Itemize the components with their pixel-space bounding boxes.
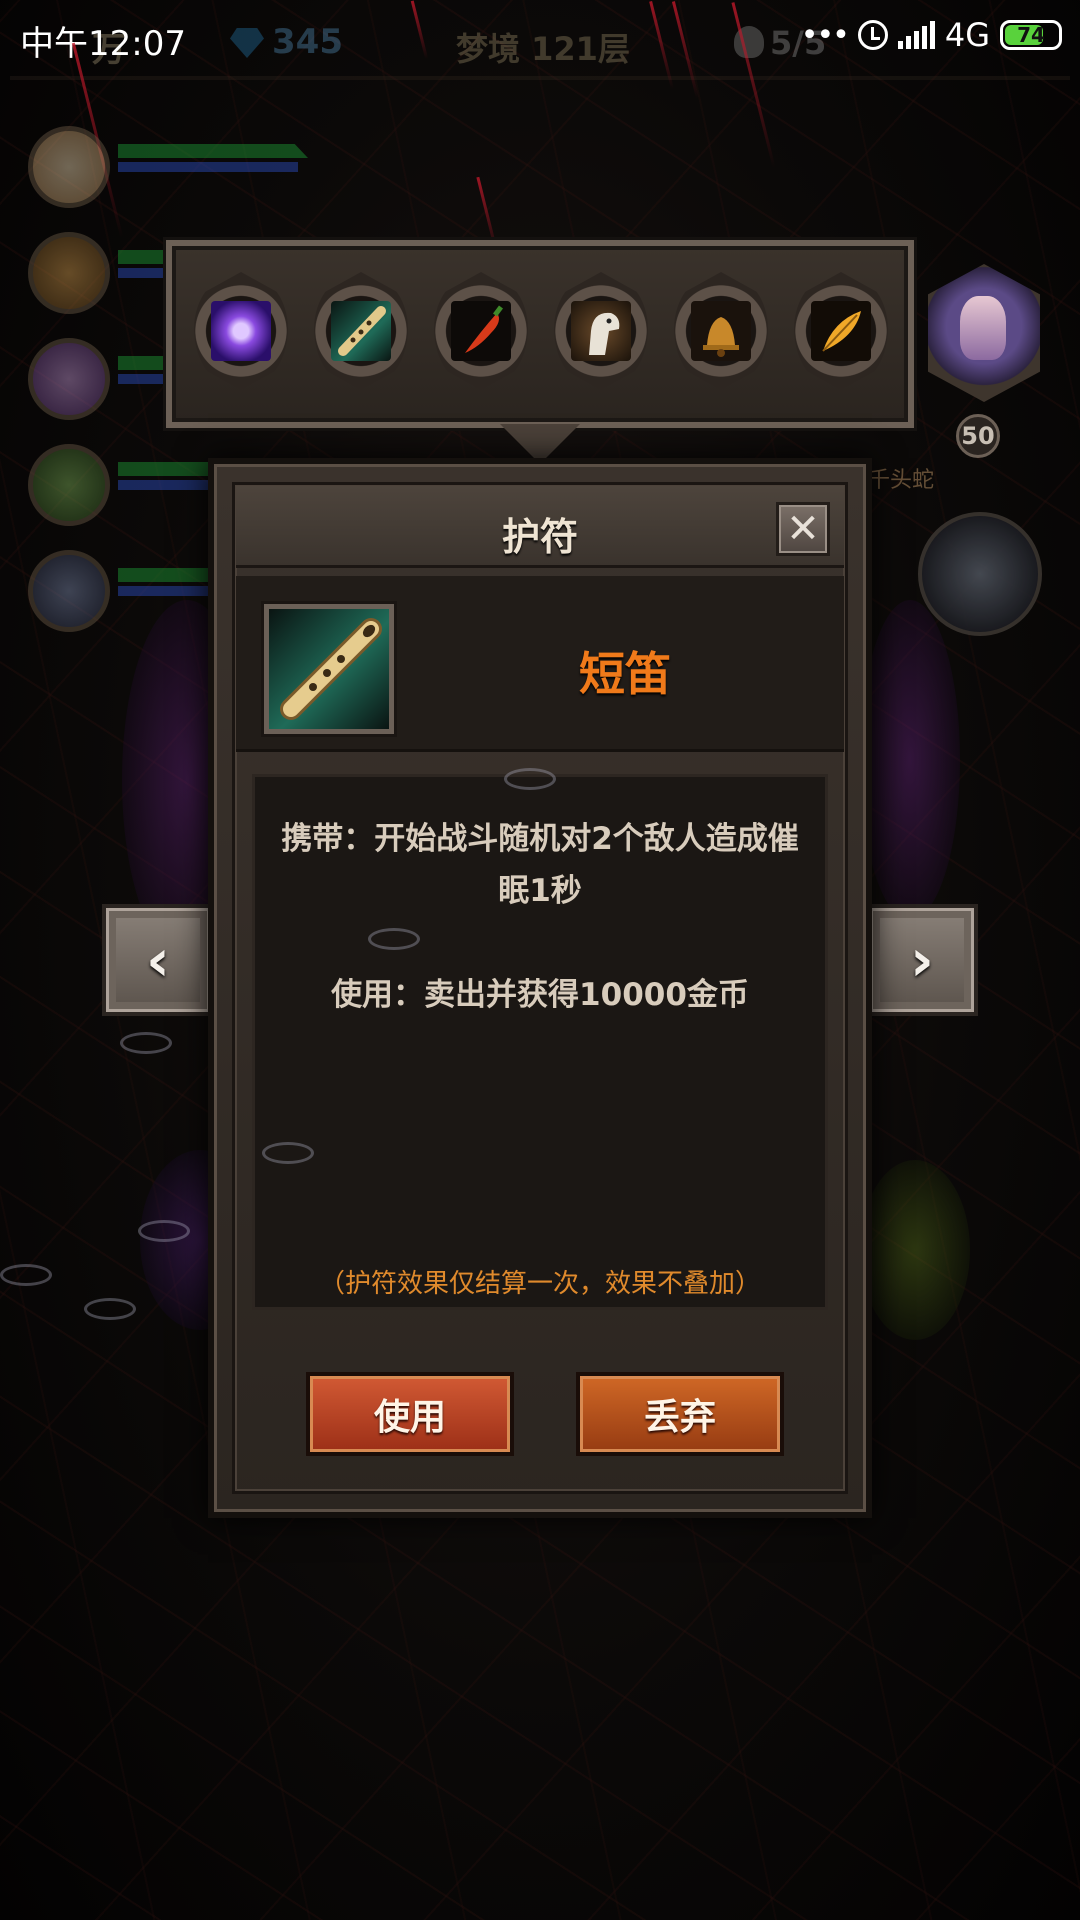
network-type: 4G (944, 16, 990, 54)
avatar (28, 444, 110, 526)
amulet-dialog: 护符 ✕ 短笛 携带：开始战斗随机对2个敌人造成催眠1秒 使用：卖出并获得100… (208, 458, 872, 1518)
avatar (28, 550, 110, 632)
flute-icon (331, 301, 391, 361)
close-button[interactable]: ✕ (776, 502, 830, 556)
chili-pepper-icon (451, 301, 511, 361)
item-header: 短笛 (236, 576, 844, 752)
mp-bar (118, 162, 298, 172)
hp-bar (118, 144, 308, 158)
battery-percent: 74 (1017, 23, 1045, 47)
amulet-slot-1[interactable] (194, 272, 288, 390)
prev-amulet-button[interactable]: ‹ (102, 904, 214, 1016)
horse-head-icon (571, 301, 631, 361)
enemy-card (860, 600, 960, 920)
amulet-slot-5[interactable] (674, 272, 768, 390)
bell-icon (691, 301, 751, 361)
status-time: 中午12:07 (20, 24, 186, 64)
amulet-bar (166, 240, 914, 428)
hero-level-badge: 50 (956, 414, 1000, 458)
ripple-decoration (504, 768, 556, 790)
avatar (28, 232, 110, 314)
status-bar: 中午12:07 ••• 4G 74 (0, 0, 1080, 80)
crow-skill-icon[interactable] (918, 512, 1042, 636)
item-name: 短笛 (579, 647, 671, 701)
close-icon: ✕ (786, 506, 820, 552)
purple-spirit-icon (211, 301, 271, 361)
ripple-decoration (368, 928, 420, 950)
hero-name: 千头蛇 (868, 468, 935, 493)
chevron-left-icon: ‹ (146, 926, 170, 994)
hero-avatar (960, 296, 1006, 360)
ripple-decoration (84, 1298, 136, 1320)
use-effect-text: 使用：卖出并获得10000金币 (331, 977, 749, 1013)
effect-note: （护符效果仅结算一次，效果不叠加） (318, 1269, 761, 1299)
carry-effect-text: 携带：开始战斗随机对2个敌人造成催眠1秒 (281, 821, 799, 909)
amulet-slot-3[interactable] (434, 272, 528, 390)
alarm-icon (857, 20, 888, 50)
ripple-decoration (120, 1032, 172, 1054)
more-dots-icon: ••• (800, 17, 850, 53)
use-button[interactable]: 使用 (306, 1372, 514, 1456)
ripple-decoration (138, 1220, 190, 1242)
avatar (28, 126, 110, 208)
battery-icon: 74 (1000, 20, 1062, 50)
enemy-card (860, 1160, 970, 1340)
amulet-slot-4[interactable] (554, 272, 648, 390)
dialog-title: 护符 (501, 515, 578, 559)
signal-icon (897, 21, 935, 49)
flute-icon (264, 604, 394, 734)
party-member[interactable] (28, 118, 328, 218)
ripple-decoration (262, 1142, 314, 1164)
discard-button[interactable]: 丢弃 (576, 1372, 784, 1456)
next-amulet-button[interactable]: › (866, 904, 978, 1016)
dialog-title-bar: 护符 ✕ (236, 486, 844, 568)
amulet-slot-2[interactable] (314, 272, 408, 390)
game-screen: 万 345 梦境 121层 5/5 中午12:07 ••• 4G 74 50 千… (0, 0, 1080, 1920)
ripple-decoration (0, 1264, 52, 1286)
item-description: 携带：开始战斗随机对2个敌人造成催眠1秒 使用：卖出并获得10000金币 （护符… (252, 774, 828, 1310)
amulet-slot-6[interactable] (794, 272, 888, 390)
avatar (28, 338, 110, 420)
status-icons: ••• 4G 74 (801, 16, 1062, 54)
chevron-right-icon: › (910, 926, 934, 994)
feather-icon (811, 301, 871, 361)
